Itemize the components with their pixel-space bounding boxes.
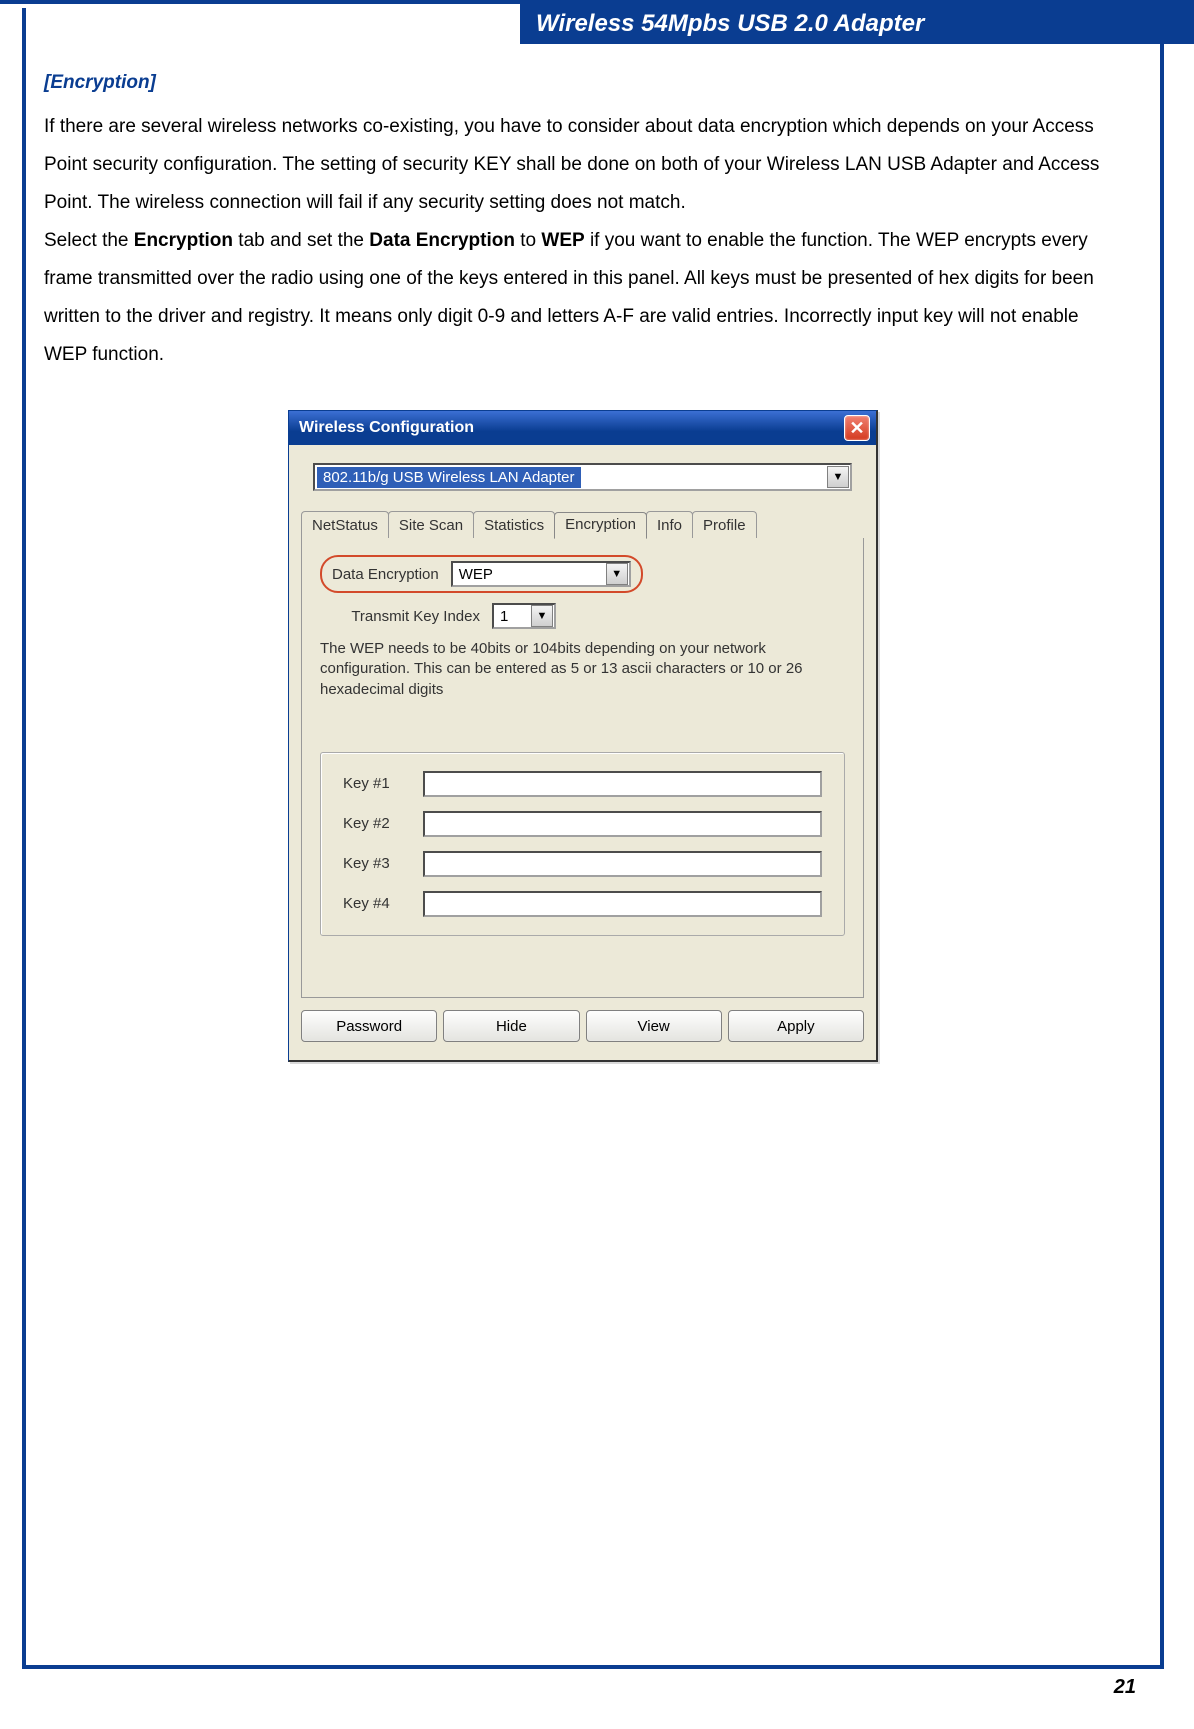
page-number: 21 xyxy=(1114,1676,1136,1699)
hide-button[interactable]: Hide xyxy=(443,1010,579,1042)
tab-encryption[interactable]: Encryption xyxy=(554,512,647,539)
chevron-down-icon[interactable]: ▼ xyxy=(606,563,628,585)
tab-profile[interactable]: Profile xyxy=(692,511,757,538)
para2-b1: Encryption xyxy=(134,230,233,251)
key1-label: Key #1 xyxy=(343,775,403,792)
key3-label: Key #3 xyxy=(343,855,403,872)
tab-info[interactable]: Info xyxy=(646,511,693,538)
close-icon: ✕ xyxy=(849,418,864,439)
dialog-titlebar[interactable]: Wireless Configuration ✕ xyxy=(289,411,876,445)
transmit-key-label: Transmit Key Index xyxy=(320,608,480,625)
chevron-down-icon[interactable]: ▼ xyxy=(531,605,553,627)
para2-pre: Select the xyxy=(44,230,134,251)
body-text: If there are several wireless networks c… xyxy=(44,108,1122,374)
key1-input[interactable] xyxy=(423,771,822,797)
key-row-2: Key #2 xyxy=(343,811,822,837)
header-bar: Wireless 54Mpbs USB 2.0 Adapter xyxy=(520,4,1194,44)
para2-b3: WEP xyxy=(541,230,584,251)
dialog-wrap: Wireless Configuration ✕ 802.11b/g USB W… xyxy=(44,410,1122,1062)
apply-button[interactable]: Apply xyxy=(728,1010,864,1042)
key-row-1: Key #1 xyxy=(343,771,822,797)
key-row-4: Key #4 xyxy=(343,891,822,917)
adapter-value: 802.11b/g USB Wireless LAN Adapter xyxy=(317,467,581,488)
wireless-config-dialog: Wireless Configuration ✕ 802.11b/g USB W… xyxy=(288,410,878,1062)
key2-label: Key #2 xyxy=(343,815,403,832)
close-button[interactable]: ✕ xyxy=(844,415,870,441)
chevron-down-icon[interactable]: ▼ xyxy=(827,466,849,488)
tab-sitescan[interactable]: Site Scan xyxy=(388,511,474,538)
password-button[interactable]: Password xyxy=(301,1010,437,1042)
data-encryption-row: Data Encryption WEP ▼ xyxy=(320,555,845,593)
wep-help-text: The WEP needs to be 40bits or 104bits de… xyxy=(320,639,845,700)
tab-statistics[interactable]: Statistics xyxy=(473,511,555,538)
data-encryption-label: Data Encryption xyxy=(332,566,439,583)
keys-group: Key #1 Key #2 Key #3 Key #4 xyxy=(320,752,845,936)
para1: If there are several wireless networks c… xyxy=(44,116,1099,213)
adapter-row: 802.11b/g USB Wireless LAN Adapter ▼ xyxy=(289,445,876,497)
dialog-title: Wireless Configuration xyxy=(299,419,474,437)
para2-mid1: tab and set the xyxy=(233,230,369,251)
section-heading: [Encryption] xyxy=(44,72,1122,94)
adapter-select[interactable]: 802.11b/g USB Wireless LAN Adapter ▼ xyxy=(313,463,852,491)
header-title: Wireless 54Mpbs USB 2.0 Adapter xyxy=(536,10,924,38)
para2-b2: Data Encryption xyxy=(369,230,515,251)
content-area: [Encryption] If there are several wirele… xyxy=(44,72,1122,1062)
data-encryption-value: WEP xyxy=(459,566,493,583)
key3-input[interactable] xyxy=(423,851,822,877)
tab-netstatus[interactable]: NetStatus xyxy=(301,511,389,538)
transmit-key-row: Transmit Key Index 1 ▼ xyxy=(320,603,845,629)
transmit-key-select[interactable]: 1 ▼ xyxy=(492,603,556,629)
data-encryption-select[interactable]: WEP ▼ xyxy=(451,561,631,587)
transmit-key-value: 1 xyxy=(500,608,508,625)
key4-label: Key #4 xyxy=(343,895,403,912)
para2-mid2: to xyxy=(515,230,541,251)
key2-input[interactable] xyxy=(423,811,822,837)
button-row: Password Hide View Apply xyxy=(301,1010,864,1042)
tabstrip: NetStatus Site Scan Statistics Encryptio… xyxy=(289,497,876,538)
view-button[interactable]: View xyxy=(586,1010,722,1042)
data-encryption-highlight: Data Encryption WEP ▼ xyxy=(320,555,643,593)
key4-input[interactable] xyxy=(423,891,822,917)
page-header: Wireless 54Mpbs USB 2.0 Adapter xyxy=(0,0,1194,52)
key-row-3: Key #3 xyxy=(343,851,822,877)
tab-panel-encryption: Data Encryption WEP ▼ Transmit Key Index… xyxy=(301,538,864,998)
